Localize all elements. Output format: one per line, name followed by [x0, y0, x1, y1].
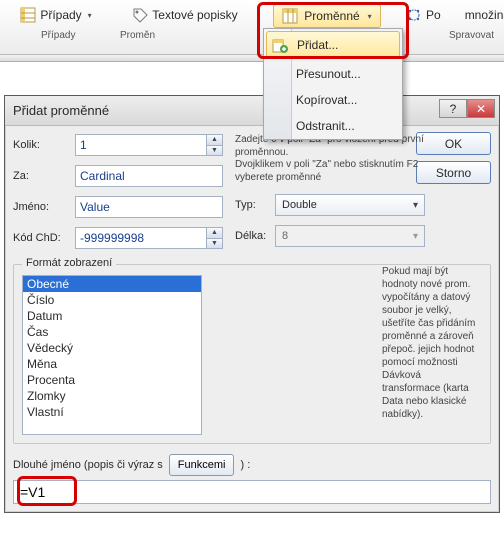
format-list-item[interactable]: Měna [23, 356, 201, 372]
format-groupbox-title: Formát zobrazení [22, 257, 116, 269]
za-input[interactable] [75, 165, 223, 187]
ribbon-group-cases-title: Případy [6, 30, 106, 41]
format-list-item[interactable]: Čas [23, 324, 201, 340]
menu-item-delete[interactable]: Odstranit... [264, 113, 402, 139]
jmeno-input[interactable] [75, 196, 223, 218]
ribbon-text-labels-button[interactable]: Textové popisky [125, 4, 244, 26]
ribbon-variables-button[interactable]: Proměnné ▾ [273, 4, 380, 28]
spinner-up-icon[interactable]: ▲ [206, 135, 222, 145]
chevron-down-icon: ▾ [368, 12, 372, 21]
spinner-down-icon[interactable]: ▼ [206, 238, 222, 249]
ribbon-subset-button[interactable]: Po množina [399, 4, 504, 26]
ribbon-cases-label: Případy [40, 8, 81, 22]
kolik-spinner[interactable]: ▲▼ [75, 134, 223, 156]
kod-input[interactable] [75, 227, 223, 249]
menu-item-copy[interactable]: Kopírovat... [264, 87, 402, 113]
subset-icon [406, 7, 422, 23]
spinner-down-icon[interactable]: ▼ [206, 145, 222, 156]
kolik-input[interactable] [75, 134, 223, 156]
right-hint-text: Pokud mají být hodnoty nové prom. vypočí… [382, 265, 482, 421]
label-kod: Kód ChD: [13, 232, 75, 244]
label-za: Za: [13, 170, 75, 182]
dialog-close-button[interactable]: ✕ [467, 99, 495, 118]
functions-button[interactable]: Funkcemi [169, 454, 235, 476]
hint-text: Zadejte 0 v poli "Za" pro vložení před p… [235, 134, 425, 184]
longname-label-before: Dlouhé jméno (popis či výraz s [13, 459, 163, 471]
spinner-up-icon[interactable]: ▲ [206, 228, 222, 238]
longname-label-after: ) : [240, 459, 250, 471]
kod-spinner[interactable]: ▲▼ [75, 227, 223, 249]
ribbon-subset-label-a: Po [426, 8, 441, 22]
ok-button[interactable]: OK [416, 132, 491, 155]
menu-item-delete-label: Odstranit... [296, 119, 355, 133]
menu-item-add[interactable]: Přidat... [266, 31, 400, 59]
format-list-item[interactable]: Datum [23, 308, 201, 324]
ribbon-group-labels-title: Proměn [110, 30, 260, 41]
format-list-item[interactable]: Obecné [23, 276, 201, 292]
ribbon-variables-label: Proměnné [304, 9, 359, 23]
format-list-item[interactable]: Zlomky [23, 388, 201, 404]
variables-icon [282, 8, 298, 24]
ribbon-group-subset-title: Spravovat [399, 30, 504, 41]
format-list-item[interactable]: Vědecký [23, 340, 201, 356]
label-kolik: Kolik: [13, 139, 75, 151]
question-icon: ? [450, 102, 457, 116]
variables-dropdown-menu: Přidat... Přesunout... Kopírovat... Odst… [263, 28, 403, 140]
label-delka: Délka: [235, 230, 275, 242]
dialog-help-button[interactable]: ? [439, 99, 467, 118]
format-listbox[interactable]: ObecnéČísloDatumČasVědeckýMěnaProcentaZl… [22, 275, 202, 435]
format-list-item[interactable]: Číslo [23, 292, 201, 308]
typ-select[interactable]: Double [275, 194, 425, 216]
ribbon-text-labels-label: Textové popisky [152, 8, 237, 22]
longname-input[interactable] [13, 480, 491, 504]
menu-item-move-label: Přesunout... [296, 67, 361, 81]
close-icon: ✕ [476, 102, 486, 116]
ribbon-cases-button[interactable]: Případy ▾ [13, 4, 98, 26]
dialog-title: Přidat proměnné [13, 103, 109, 118]
label-jmeno: Jméno: [13, 201, 75, 213]
menu-item-copy-label: Kopírovat... [296, 93, 357, 107]
ribbon-subset-label-b: množina [465, 8, 504, 22]
label-typ: Typ: [235, 199, 275, 211]
storno-button[interactable]: Storno [416, 161, 491, 184]
dialog-titlebar: Přidat proměnné ? ✕ [5, 96, 499, 126]
chevron-down-icon: ▾ [88, 11, 92, 20]
format-list-item[interactable]: Vlastní [23, 404, 201, 420]
delka-select: 8 [275, 225, 425, 247]
menu-item-add-label: Přidat... [297, 38, 338, 52]
cases-icon [20, 7, 36, 23]
menu-item-move[interactable]: Přesunout... [264, 61, 402, 87]
tag-icon [132, 7, 148, 23]
add-icon [272, 37, 288, 53]
add-variables-dialog: Přidat proměnné ? ✕ OK Storno Kolik: ▲▼ [4, 95, 500, 513]
format-groupbox: Formát zobrazení ObecnéČísloDatumČasVěde… [13, 264, 491, 444]
format-list-item[interactable]: Procenta [23, 372, 201, 388]
